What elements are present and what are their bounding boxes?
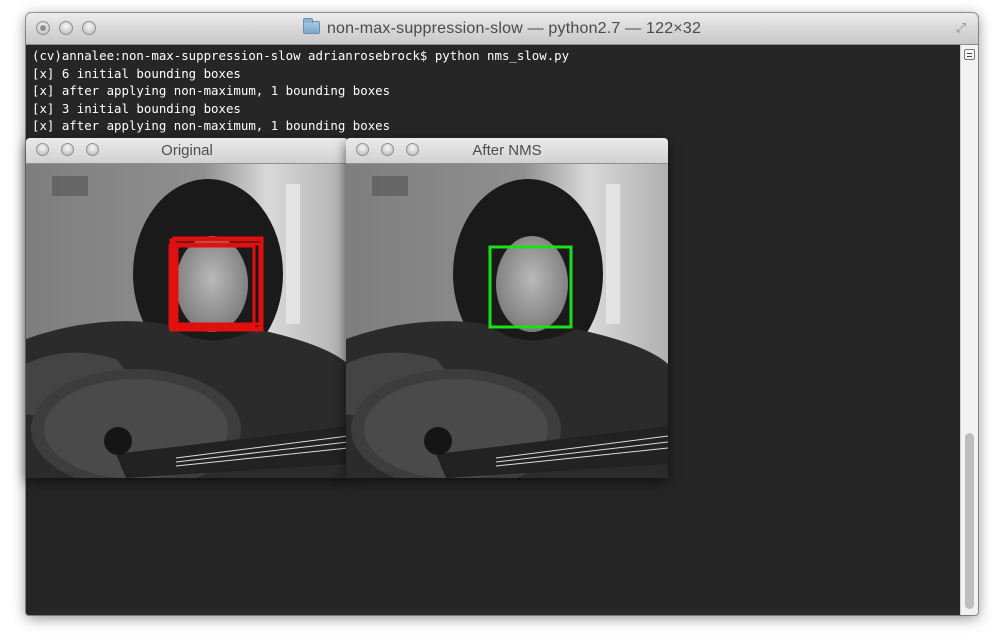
after-window-titlebar[interactable]: After NMS bbox=[346, 138, 668, 164]
vertical-scrollbar[interactable] bbox=[960, 45, 978, 615]
after-nms-image-window: After NMS bbox=[346, 138, 668, 478]
terminal-line: [x] 6 initial bounding boxes bbox=[32, 65, 241, 81]
photo-after-nms bbox=[346, 164, 668, 478]
terminal-line: [x] 3 initial bounding boxes bbox=[32, 100, 241, 116]
original-window-titlebar[interactable]: Original bbox=[26, 138, 348, 164]
original-window-title: Original bbox=[161, 142, 213, 159]
original-image-window: Original bbox=[26, 138, 348, 478]
terminal-title: non-max-suppression-slow — python2.7 — 1… bbox=[26, 13, 978, 44]
folder-icon bbox=[302, 18, 320, 34]
scrollbar-thumb[interactable] bbox=[965, 433, 974, 609]
terminal-line: (cv)annalee:non-max-suppression-slow adr… bbox=[32, 48, 570, 63]
fullscreen-icon[interactable]: ⤢ bbox=[954, 21, 968, 35]
terminal-line: [x] after applying non-maximum, 1 boundi… bbox=[32, 83, 391, 99]
terminal-line: [x] after applying non-maximum, 1 boundi… bbox=[32, 118, 391, 134]
photo-original bbox=[26, 164, 348, 478]
scrollbar-menu-icon[interactable] bbox=[964, 49, 975, 60]
terminal-title-text: non-max-suppression-slow — python2.7 — 1… bbox=[326, 20, 702, 37]
after-window-title: After NMS bbox=[472, 142, 542, 159]
terminal-titlebar[interactable]: non-max-suppression-slow — python2.7 — 1… bbox=[26, 13, 978, 45]
